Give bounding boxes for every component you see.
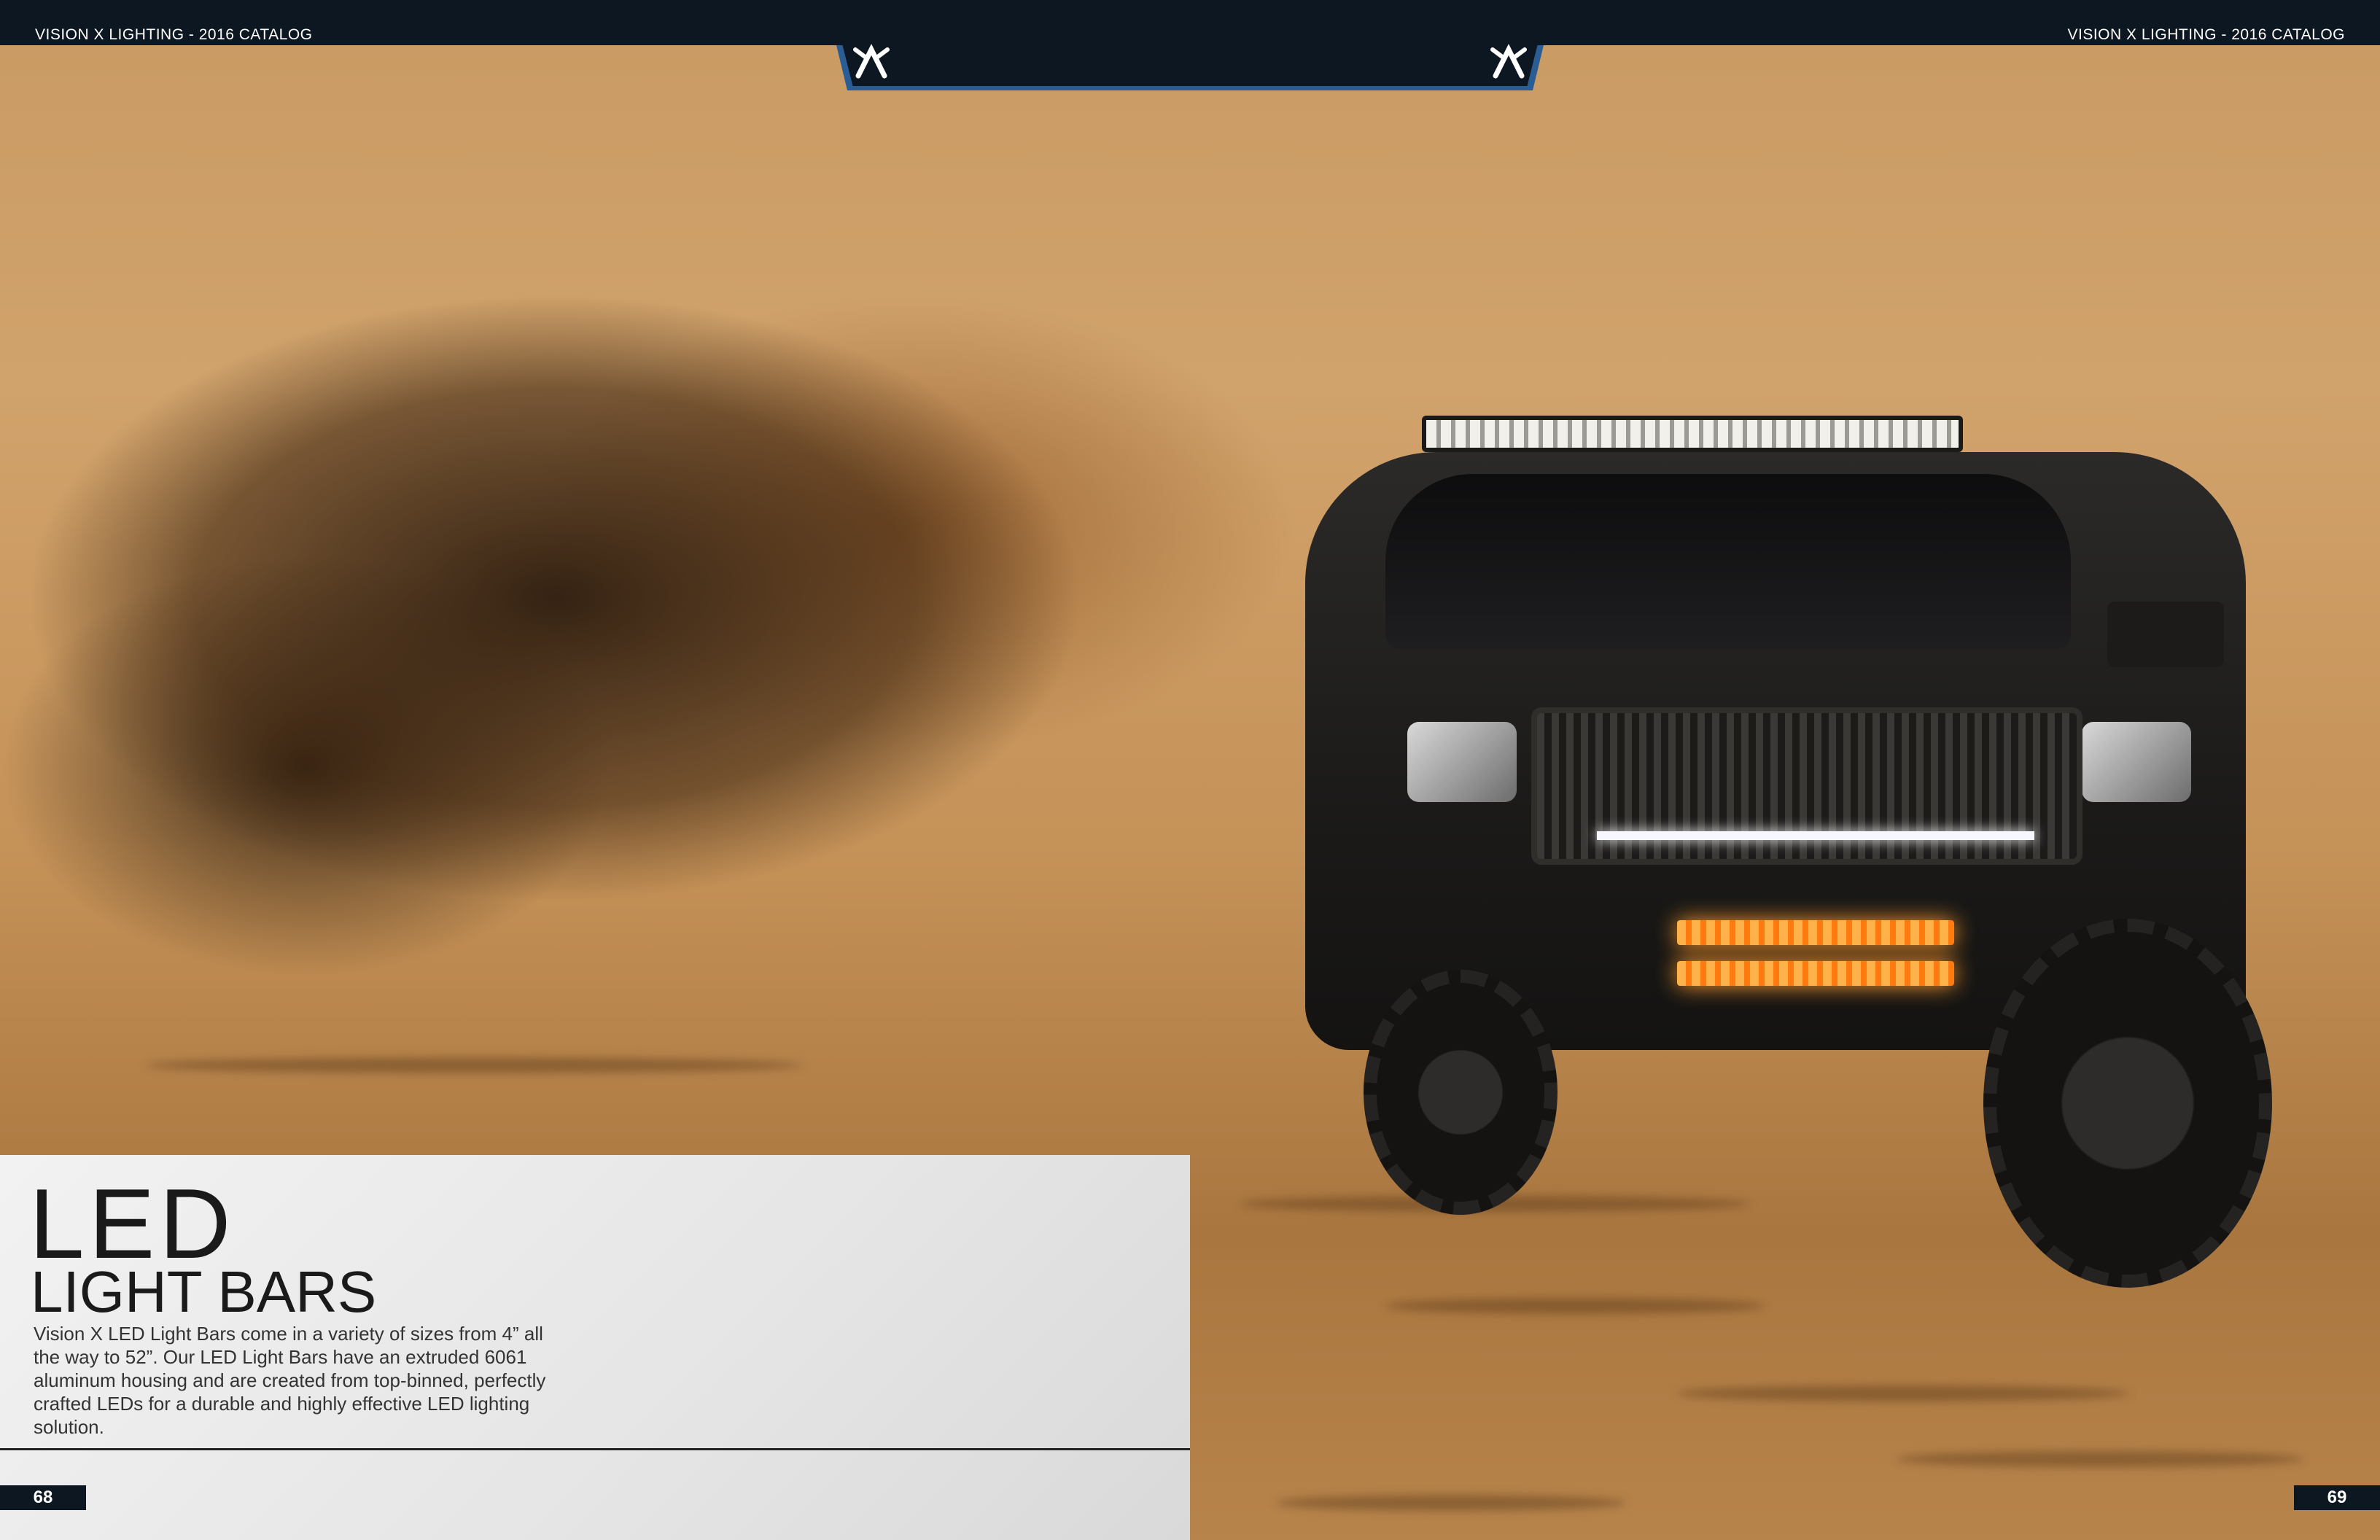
truck-headlight-right: [2082, 722, 2191, 802]
amber-led-light-bar-upper: [1677, 920, 1954, 945]
truck-windshield: [1385, 474, 2071, 649]
sand-ripple: [1276, 1495, 1626, 1511]
truck-grille: [1531, 707, 2082, 865]
vision-x-logo-icon: [1490, 44, 1527, 79]
sand-ripple: [1385, 1298, 1765, 1314]
page-number-left: 68: [0, 1485, 86, 1510]
amber-led-light-bar-lower: [1677, 961, 1954, 986]
vision-x-logo-icon: [853, 44, 890, 79]
page-subtitle: LIGHT BARS: [31, 1259, 377, 1324]
page-title: LED: [29, 1168, 236, 1279]
divider: [0, 1448, 1190, 1450]
intro-paragraph: Vision X LED Light Bars come in a variet…: [34, 1323, 546, 1438]
sand-ripple: [1896, 1451, 2304, 1467]
truck-headlight-left: [1407, 722, 1517, 802]
truck-mirror: [2107, 602, 2224, 667]
page-number-right: 69: [2294, 1485, 2380, 1510]
roof-led-light-bar: [1422, 416, 1963, 452]
truck-wheel-right: [1983, 919, 2272, 1288]
truck-wheel-left: [1364, 970, 1558, 1215]
sand-ripple: [1677, 1385, 2129, 1401]
header-tab: [831, 0, 1549, 86]
header-title-right: VISION X LIGHTING - 2016 CATALOG: [2067, 26, 2345, 43]
grille-led-light-bar: [1597, 831, 2034, 840]
header-title-left: VISION X LIGHTING - 2016 CATALOG: [35, 26, 313, 43]
sand-ripple: [146, 1057, 802, 1073]
